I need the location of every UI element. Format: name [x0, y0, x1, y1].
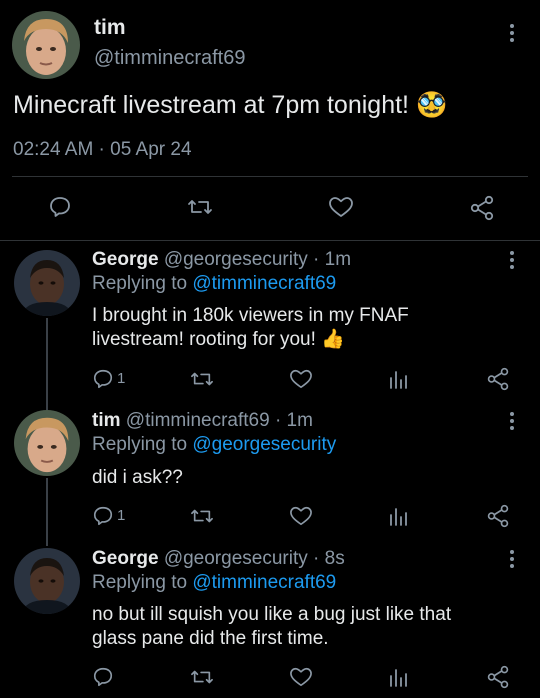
tweet-text-body: Minecraft livestream at 7pm tonight! [13, 91, 409, 119]
reply-author-name[interactable]: tim [92, 410, 121, 431]
reply-time: · 1m [274, 410, 313, 431]
replying-to-label: Replying to [92, 572, 188, 593]
avatar-george[interactable] [14, 250, 80, 316]
retweet-icon[interactable] [190, 666, 214, 688]
replying-to-label: Replying to [92, 434, 188, 455]
share-icon[interactable] [469, 195, 495, 221]
reply-text-body: I brought in 180k viewers in my FNAF liv… [92, 305, 409, 350]
divider [0, 240, 540, 241]
disguised-face-emoji: 🥸 [415, 91, 448, 119]
reply-count: 1 [117, 507, 126, 524]
more-icon[interactable] [509, 412, 515, 432]
reply-icon[interactable] [92, 368, 114, 390]
views-icon[interactable] [388, 368, 408, 390]
views-icon[interactable] [388, 505, 408, 527]
like-icon[interactable] [328, 195, 354, 219]
reply-author-name[interactable]: George [92, 548, 159, 569]
reply-icon[interactable] [48, 195, 72, 219]
reply-author-handle[interactable]: @timminecraft69 [126, 410, 270, 431]
tweet-timestamp: 02:24 AM · 05 Apr 24 [13, 139, 192, 160]
replying-to-label: Replying to [92, 273, 188, 294]
replying-to: Replying to @timminecraft69 [92, 572, 336, 594]
retweet-icon[interactable] [187, 195, 213, 219]
author-handle[interactable]: @timminecraft69 [94, 47, 245, 70]
reply-header: George @georgesecurity · 8s [92, 548, 345, 570]
like-icon[interactable] [289, 505, 313, 527]
share-icon[interactable] [486, 504, 510, 528]
replying-to-link[interactable]: @georgesecurity [192, 434, 336, 455]
like-icon[interactable] [289, 368, 313, 390]
like-icon[interactable] [289, 666, 313, 688]
reply-icon[interactable] [92, 666, 114, 688]
reply-time: · 1m [313, 249, 352, 270]
views-icon[interactable] [388, 666, 408, 688]
thread-line [46, 318, 48, 410]
more-icon[interactable] [509, 550, 515, 570]
reply-author-name[interactable]: George [92, 249, 159, 270]
reply-author-handle[interactable]: @georgesecurity [164, 249, 308, 270]
tweet-text: Minecraft livestream at 7pm tonight! 🥸 [13, 91, 447, 120]
retweet-icon[interactable] [190, 368, 214, 390]
reply-header: tim @timminecraft69 · 1m [92, 410, 313, 432]
reply-text: no but ill squish you like a bug just li… [92, 604, 452, 649]
more-icon[interactable] [509, 24, 515, 44]
reply-author-handle[interactable]: @georgesecurity [164, 548, 308, 569]
reply-text: I brought in 180k viewers in my FNAF liv… [92, 304, 472, 352]
share-icon[interactable] [486, 367, 510, 391]
divider [12, 176, 528, 177]
avatar-tim[interactable] [14, 410, 80, 476]
retweet-icon[interactable] [190, 505, 214, 527]
author-name[interactable]: tim [94, 16, 126, 40]
replying-to-link[interactable]: @timminecraft69 [192, 273, 336, 294]
replying-to: Replying to @georgesecurity [92, 434, 336, 456]
reply-text: did i ask?? [92, 467, 183, 488]
avatar-george[interactable] [14, 548, 80, 614]
more-icon[interactable] [509, 251, 515, 271]
reply-time: · 8s [313, 548, 345, 569]
reply-count: 1 [117, 370, 126, 387]
reply-header: George @georgesecurity · 1m [92, 249, 351, 271]
thread-line [46, 478, 48, 546]
replying-to: Replying to @timminecraft69 [92, 273, 336, 295]
thumbs-up-emoji: 👍 [321, 329, 345, 350]
replying-to-link[interactable]: @timminecraft69 [192, 572, 336, 593]
reply-icon[interactable] [92, 505, 114, 527]
share-icon[interactable] [486, 665, 510, 689]
avatar-tim[interactable] [12, 11, 80, 79]
